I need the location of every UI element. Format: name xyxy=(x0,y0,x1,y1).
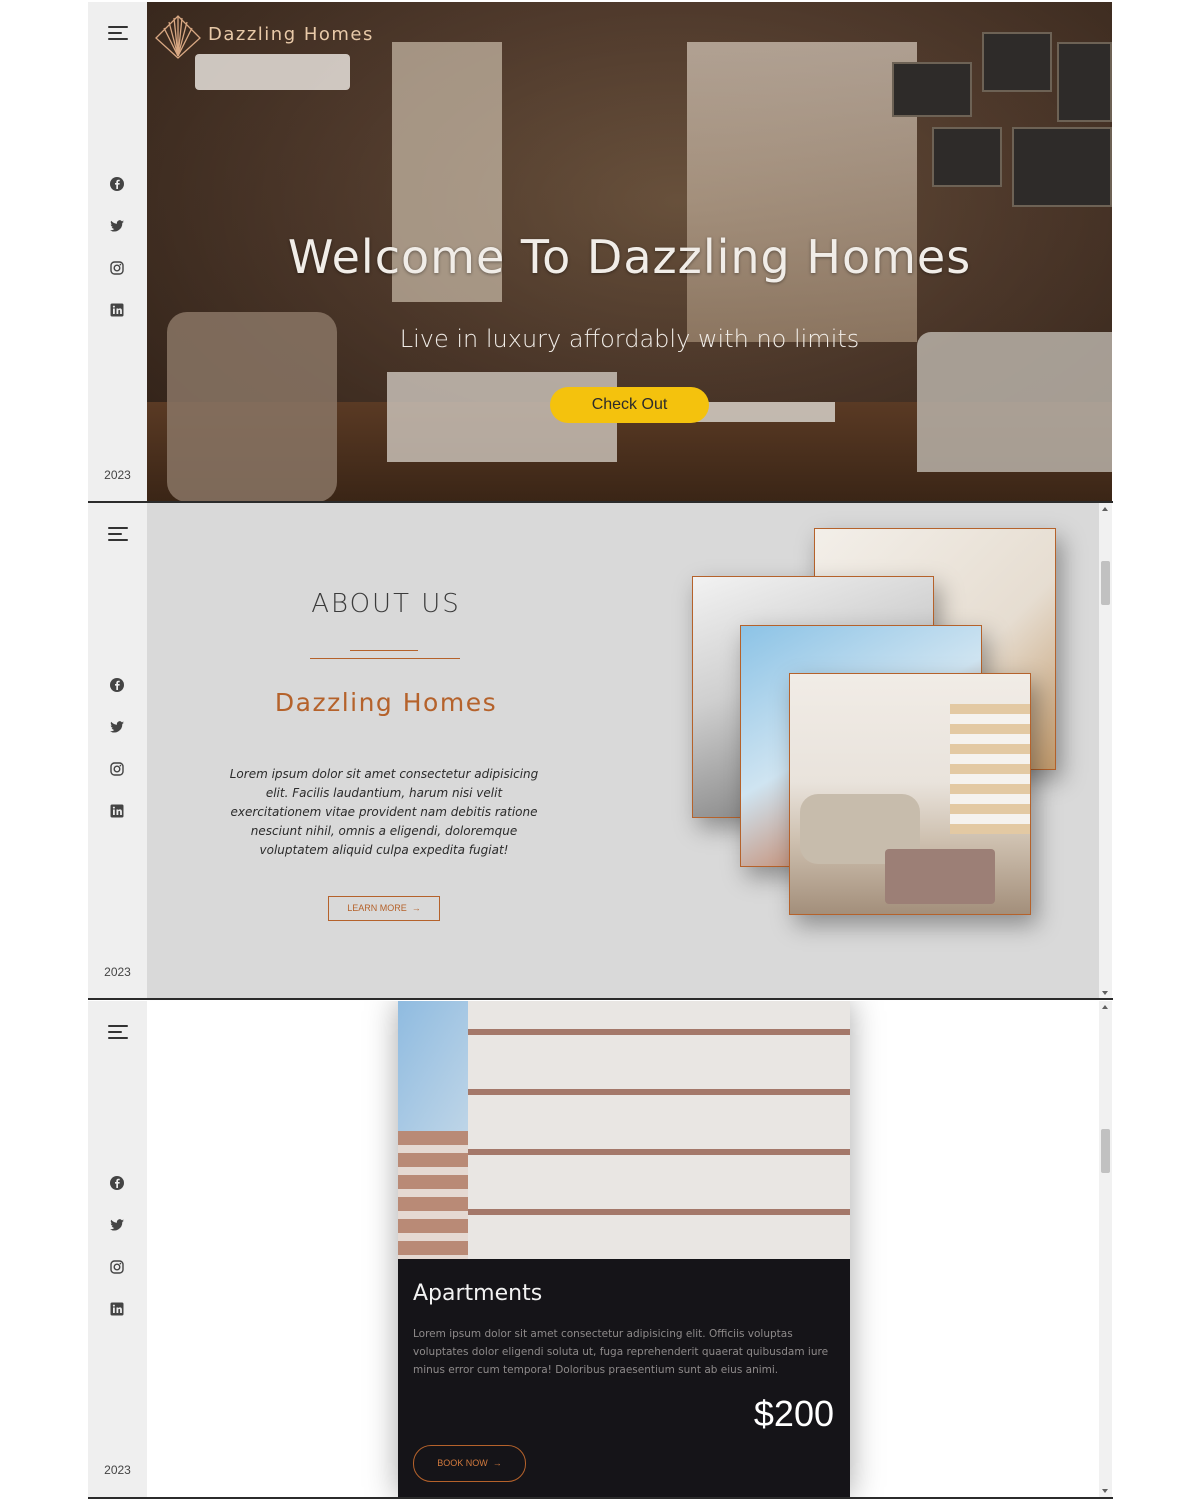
book-now-label: BOOK NOW xyxy=(437,1458,488,1468)
book-now-button[interactable]: BOOK NOW → xyxy=(413,1445,526,1482)
apartment-card: Apartments Lorem ipsum dolor sit amet co… xyxy=(398,1001,850,1497)
hero-section: 2023 Dazzling Homes Welcome To Dazzling … xyxy=(88,2,1112,502)
social-links xyxy=(109,1175,125,1343)
social-links xyxy=(109,677,125,845)
year-label: 2023 xyxy=(104,965,131,979)
about-title: ABOUT US xyxy=(311,589,461,619)
scrollbar-thumb[interactable] xyxy=(1101,1129,1110,1173)
logo[interactable]: Dazzling Homes xyxy=(152,8,374,60)
about-brand-name: Dazzling Homes xyxy=(274,688,498,717)
facebook-icon[interactable] xyxy=(109,1175,125,1191)
check-out-button[interactable]: Check Out xyxy=(550,387,709,423)
scrollbar-thumb[interactable] xyxy=(1101,561,1110,605)
sofa-decor xyxy=(917,332,1112,472)
linkedin-icon[interactable] xyxy=(109,1301,125,1317)
scroll-down-arrow-icon[interactable] xyxy=(1102,991,1108,995)
twitter-icon[interactable] xyxy=(109,218,125,234)
logo-fan-icon xyxy=(155,15,201,59)
linkedin-icon[interactable] xyxy=(109,302,125,318)
apartments-section: 2023 Apartments Lorem ipsum dolor sit am… xyxy=(88,1001,1112,1497)
instagram-icon[interactable] xyxy=(109,1259,125,1275)
gallery-photo-lounge xyxy=(789,673,1031,915)
wall-frames-decor xyxy=(892,32,1112,212)
arrow-right-icon: → xyxy=(490,1458,502,1468)
instagram-icon[interactable] xyxy=(109,260,125,276)
facebook-icon[interactable] xyxy=(109,176,125,192)
menu-icon[interactable] xyxy=(108,1025,128,1039)
twitter-icon[interactable] xyxy=(109,719,125,735)
hero-title: Welcome To Dazzling Homes xyxy=(287,230,972,284)
about-section: 2023 ABOUT US Dazzling Homes Lorem ipsum… xyxy=(88,503,1112,999)
section-divider xyxy=(88,998,1113,1000)
instagram-icon[interactable] xyxy=(109,761,125,777)
card-description: Lorem ipsum dolor sit amet consectetur a… xyxy=(413,1328,829,1376)
apartment-photo xyxy=(398,1001,850,1259)
arrow-right-icon: → xyxy=(409,903,421,913)
linkedin-icon[interactable] xyxy=(109,803,125,819)
social-links xyxy=(109,176,125,344)
year-label: 2023 xyxy=(104,1463,131,1477)
sidebar: 2023 xyxy=(88,1001,147,1497)
window-decor xyxy=(687,42,917,342)
facebook-icon[interactable] xyxy=(109,677,125,693)
card-title: Apartments xyxy=(413,1281,543,1306)
learn-more-button[interactable]: LEARN MORE → xyxy=(328,896,440,921)
menu-icon[interactable] xyxy=(108,26,128,40)
about-description: Lorem ipsum dolor sit amet consectetur a… xyxy=(229,767,539,857)
logo-text: Dazzling Homes xyxy=(208,23,374,45)
scroll-up-arrow-icon[interactable] xyxy=(1102,1005,1108,1009)
menu-icon[interactable] xyxy=(108,527,128,541)
card-price: $200 xyxy=(753,1393,834,1434)
section-divider xyxy=(88,1497,1113,1499)
title-underline xyxy=(310,658,460,659)
year-label: 2023 xyxy=(104,468,131,482)
learn-more-label: LEARN MORE xyxy=(347,903,407,913)
scroll-down-arrow-icon[interactable] xyxy=(1102,1489,1108,1493)
scrollbar[interactable] xyxy=(1099,503,1112,999)
hero-subtitle: Live in luxury affordably with no limits xyxy=(399,325,860,353)
scroll-up-arrow-icon[interactable] xyxy=(1102,507,1108,511)
title-underline-short xyxy=(350,650,418,651)
scrollbar[interactable] xyxy=(1099,1001,1112,1497)
twitter-icon[interactable] xyxy=(109,1217,125,1233)
sidebar: 2023 xyxy=(88,503,147,999)
sidebar: 2023 xyxy=(88,2,147,502)
